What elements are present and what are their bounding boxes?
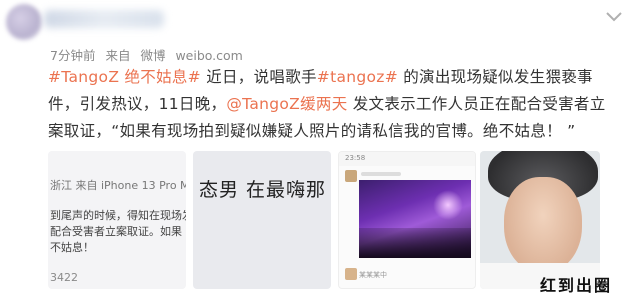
image-gallery: 浙江 来自 iPhone 13 Pro Max 到尾声的时候，得知在现场发 配合… <box>48 151 600 289</box>
thumb-text: 到尾声的时候，得知在现场发 <box>50 209 186 222</box>
thumb-text: 某某某中 <box>359 271 387 279</box>
hashtag-link[interactable]: #TangoZ 绝不姑息# <box>48 68 201 86</box>
watermark-text: 红到出圈 <box>540 276 613 295</box>
thumb-text: 态男 在最嗨那 <box>199 179 327 201</box>
thumb-name-bar <box>361 172 401 176</box>
portrait-face <box>504 177 582 273</box>
thumb-text: 浙江 来自 iPhone 13 Pro Max <box>50 179 186 192</box>
thumb-text: 不姑息！ <box>50 241 94 254</box>
thumb-avatar <box>345 268 357 280</box>
author-name-blurred[interactable] <box>44 10 164 28</box>
thumb-text: 配合受害者立案取证。如果 <box>50 225 182 238</box>
image-thumbnail-1[interactable]: 浙江 来自 iPhone 13 Pro Max 到尾声的时候，得知在现场发 配合… <box>48 151 186 289</box>
crowd-silhouette <box>359 228 471 258</box>
more-options-button[interactable] <box>600 6 628 28</box>
post-body: #TangoZ 绝不姑息# 近日，说唱歌手#tangoz# 的演出现场疑似发生猥… <box>48 64 608 145</box>
concert-photo <box>359 180 471 258</box>
post-meta: 7分钟前 来自 微博 weibo.com <box>50 45 249 64</box>
source-app[interactable]: 微博 <box>140 48 165 63</box>
author-avatar[interactable] <box>6 4 42 40</box>
thumb-avatar <box>345 170 357 182</box>
source-prefix: 来自 <box>105 48 131 63</box>
hashtag-link[interactable]: #tangoz# <box>317 68 398 86</box>
image-thumbnail-3[interactable]: 23:58 某某某中 <box>338 151 476 289</box>
post-time: 7分钟前 <box>50 48 96 63</box>
mention-link[interactable]: @TangoZ缓两天 <box>226 95 347 113</box>
image-thumbnail-4[interactable] <box>480 151 600 289</box>
image-thumbnail-2[interactable]: 态男 在最嗨那 <box>193 151 331 289</box>
thumb-status-bar: 23:58 <box>339 152 475 166</box>
thumb-status-time: 23:58 <box>345 154 366 162</box>
stage-light <box>433 190 463 220</box>
chevron-down-icon <box>606 12 622 22</box>
source-domain: weibo.com <box>175 48 243 63</box>
thumb-count: 3422 <box>50 271 78 284</box>
post-text-segment: 近日，说唱歌手 <box>200 68 317 86</box>
